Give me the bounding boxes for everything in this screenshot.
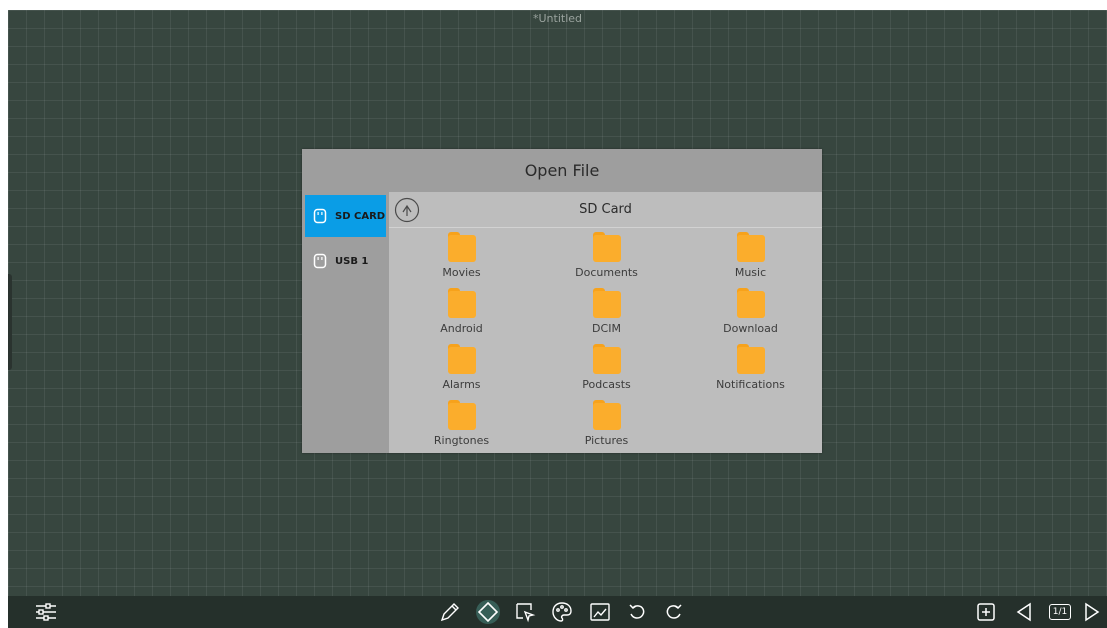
folder-item-download[interactable]: Download [679, 288, 822, 344]
parent-directory-button[interactable] [394, 197, 420, 223]
folder-grid: Movies Documents Music Android DCIM Down… [389, 228, 822, 456]
drive-sidebar: SD CARD USB 1 [302, 192, 389, 453]
folder-icon [592, 288, 621, 318]
select-icon[interactable] [513, 600, 537, 624]
whiteboard-canvas[interactable]: *Untitled Open File SD CARD USB 1 SD Car… [8, 10, 1107, 628]
drive-item-usb-1[interactable]: USB 1 [305, 240, 386, 282]
folder-icon [447, 344, 476, 374]
usb-drive-icon [313, 253, 327, 269]
drive-item-sd-card[interactable]: SD CARD [305, 195, 386, 237]
folder-icon [447, 288, 476, 318]
folder-item-pictures[interactable]: Pictures [534, 400, 679, 456]
folder-label: Pictures [584, 434, 629, 447]
folder-label: Movies [442, 266, 481, 279]
dialog-header: Open File [302, 149, 822, 192]
drive-label: USB 1 [335, 255, 369, 267]
current-path-label: SD Card [579, 202, 632, 217]
folder-icon [592, 344, 621, 374]
folder-label: Ringtones [433, 434, 490, 447]
file-browser: SD Card Movies Documents Music Android D… [389, 192, 822, 453]
page-indicator-label: 1/1 [1048, 604, 1072, 620]
folder-label: Alarms [442, 378, 481, 391]
path-bar: SD Card [389, 192, 822, 228]
bottom-toolbar: 1/1 [8, 596, 1107, 628]
pen-icon[interactable] [438, 600, 462, 624]
folder-label: Notifications [716, 378, 785, 391]
folder-label: Download [723, 322, 778, 335]
redo-icon[interactable] [662, 600, 686, 624]
folder-icon [592, 400, 621, 430]
folder-item-ringtones[interactable]: Ringtones [389, 400, 534, 456]
up-arrow-icon [394, 197, 420, 223]
folder-label: Android [440, 322, 483, 335]
eraser-icon[interactable] [476, 600, 500, 624]
folder-label: Podcasts [582, 378, 631, 391]
folder-icon [447, 232, 476, 262]
folder-icon [447, 400, 476, 430]
settings-sliders-icon[interactable] [34, 600, 58, 624]
side-drawer-handle[interactable] [8, 274, 12, 370]
folder-icon [736, 288, 765, 318]
folder-icon [592, 232, 621, 262]
folder-label: DCIM [592, 322, 621, 335]
next-page-icon[interactable] [1080, 600, 1104, 624]
folder-icon [736, 232, 765, 262]
palette-icon[interactable] [550, 600, 574, 624]
drive-label: SD CARD [335, 210, 386, 222]
folder-item-android[interactable]: Android [389, 288, 534, 344]
folder-item-dcim[interactable]: DCIM [534, 288, 679, 344]
folder-item-alarms[interactable]: Alarms [389, 344, 534, 400]
undo-icon[interactable] [625, 600, 649, 624]
folder-label: Music [734, 266, 767, 279]
insert-image-icon[interactable] [588, 600, 612, 624]
folder-item-music[interactable]: Music [679, 232, 822, 288]
page-indicator[interactable]: 1/1 [1047, 600, 1073, 624]
folder-item-notifications[interactable]: Notifications [679, 344, 822, 400]
document-title: *Untitled [532, 12, 582, 25]
dialog-title: Open File [524, 161, 600, 180]
folder-item-movies[interactable]: Movies [389, 232, 534, 288]
previous-page-icon[interactable] [1012, 600, 1036, 624]
add-page-icon[interactable] [974, 600, 998, 624]
folder-item-podcasts[interactable]: Podcasts [534, 344, 679, 400]
folder-icon [736, 344, 765, 374]
usb-drive-icon [313, 208, 327, 224]
folder-label: Documents [575, 266, 638, 279]
open-file-dialog: Open File SD CARD USB 1 SD Card Movies D… [302, 149, 822, 453]
folder-item-documents[interactable]: Documents [534, 232, 679, 288]
